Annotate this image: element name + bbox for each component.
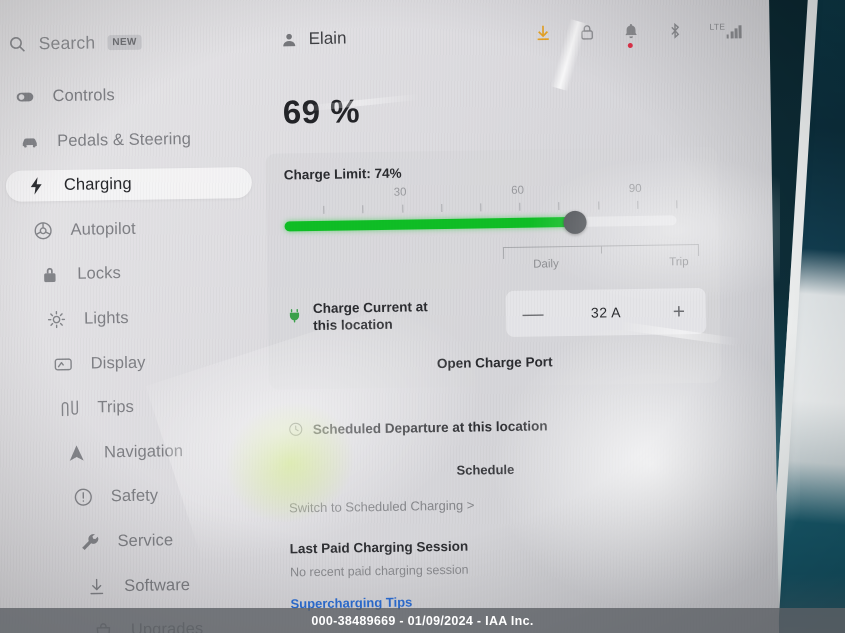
sidebar-item-label: Lights — [83, 308, 129, 328]
sidebar-item-autopilot[interactable]: Autopilot — [6, 212, 252, 247]
slider-tick — [401, 204, 403, 213]
sidebar-item-controls[interactable]: Controls — [4, 78, 250, 113]
display-icon — [53, 353, 74, 374]
profile-name: Elain — [308, 28, 347, 49]
slider-tick — [362, 205, 364, 214]
sidebar-item-label: Navigation — [103, 441, 184, 462]
alert-icon — [73, 487, 94, 508]
photo-stage: Search NEW Elain LTE Controls Pedals & S… — [0, 0, 845, 633]
profile-button[interactable]: Elain — [280, 28, 347, 49]
last-paid-session-title: Last Paid Charging Session — [289, 538, 469, 557]
increment-button[interactable]: + — [668, 300, 690, 323]
slider-tick — [480, 203, 482, 212]
sidebar-item-lights[interactable]: Lights — [8, 301, 254, 336]
download-icon[interactable] — [533, 23, 552, 42]
open-charge-port-button[interactable]: Open Charge Port — [287, 352, 703, 374]
road-icon — [59, 398, 80, 419]
charge-current-stepper: — 32 A + — [505, 287, 707, 338]
daily-label: Daily — [533, 258, 559, 271]
trip-label: Trip — [669, 256, 689, 269]
sidebar-item-trips[interactable]: Trips — [9, 390, 255, 425]
sidebar-item-label: Locks — [77, 264, 122, 284]
slider-knob[interactable] — [562, 210, 587, 234]
charging-panel: 69 % Charge Limit: 74% 30 60 90 Daily Tr… — [264, 70, 742, 611]
charge-current-value: 32 A — [590, 304, 622, 321]
slider-tick — [519, 202, 521, 211]
sidebar-item-label: Software — [124, 575, 191, 595]
slider-track[interactable] — [284, 210, 677, 234]
slider-tick — [676, 200, 678, 209]
sidebar-item-label: Controls — [52, 86, 115, 106]
slider-tick — [323, 205, 325, 214]
bell-notification-dot — [627, 42, 633, 49]
scheduled-departure-title: Scheduled Departure at this location — [312, 417, 548, 437]
signal-bars — [726, 23, 742, 39]
search-new-badge: NEW — [107, 34, 142, 51]
search-icon — [8, 35, 27, 54]
sidebar-item-charging[interactable]: Charging — [5, 167, 253, 203]
charge-current-label: Charge Current at this location — [313, 298, 464, 334]
slider-tick — [597, 201, 599, 210]
top-status-bar: Search NEW Elain LTE — [0, 16, 756, 74]
sidebar-item-label: Safety — [110, 486, 159, 506]
car-icon — [19, 131, 40, 152]
plug-icon — [286, 307, 303, 327]
watermark-text: 000-38489669 - 01/09/2024 - IAA Inc. — [311, 613, 534, 628]
cellular-signal-icon: LTE — [709, 21, 742, 39]
charge-limit-label: Charge Limit: 74% — [283, 165, 402, 183]
search-label: Search — [38, 32, 96, 54]
search-button[interactable]: Search NEW — [8, 32, 143, 55]
sidebar-item-label: Pedals & Steering — [57, 129, 192, 150]
sidebar-item-navigation[interactable]: Navigation — [10, 435, 256, 470]
lightbulb-icon — [46, 309, 67, 330]
bell-icon[interactable] — [621, 22, 640, 49]
decrement-button[interactable]: — — [522, 302, 544, 325]
sidebar-item-label: Autopilot — [70, 219, 136, 239]
bolt-icon — [26, 175, 47, 196]
status-icon-group: LTE — [533, 20, 742, 49]
lock-icon — [39, 264, 60, 285]
bluetooth-icon[interactable] — [665, 21, 684, 40]
settings-sidebar: Controls Pedals & Steering Charging Autopil… — [4, 78, 259, 633]
sidebar-item-label: Service — [117, 531, 174, 551]
slider-tick — [441, 203, 443, 213]
charge-limit-slider[interactable]: 30 60 90 Daily Trip — [284, 182, 701, 275]
sidebar-item-software[interactable]: Software — [12, 568, 258, 603]
vehicle-touchscreen: Search NEW Elain LTE Controls Pedals & S… — [0, 0, 780, 633]
scheduled-departure-header[interactable]: Scheduled Departure at this location — [288, 414, 740, 437]
navigation-icon — [66, 442, 87, 463]
range-midpoint-tick — [600, 246, 603, 254]
sidebar-item-locks[interactable]: Locks — [7, 256, 253, 291]
slider-tick — [558, 202, 560, 211]
download-icon — [86, 576, 107, 597]
switch-to-scheduled-charging-link[interactable]: Switch to Scheduled Charging > — [289, 493, 741, 516]
sidebar-item-label: Display — [90, 353, 146, 373]
sidebar-item-label: Charging — [63, 175, 132, 195]
charge-current-label-line2: this location — [313, 316, 393, 334]
battery-percentage: 69 % — [282, 92, 361, 131]
charge-current-row: Charge Current at this location — 32 A + — [286, 287, 707, 341]
last-paid-session-value: No recent paid charging session — [289, 562, 469, 580]
charge-limit-card: Charge Limit: 74% 30 60 90 Daily Trip Ch… — [265, 146, 722, 390]
slider-tick-label: 60 — [511, 184, 525, 197]
slider-tick-label: 30 — [393, 186, 407, 199]
lock-icon[interactable] — [577, 23, 596, 42]
connection-type-label: LTE — [709, 21, 726, 32]
schedule-button[interactable]: Schedule — [270, 458, 740, 480]
slider-fill — [284, 216, 575, 232]
sidebar-item-safety[interactable]: Safety — [11, 479, 257, 514]
watermark-bar: 000-38489669 - 01/09/2024 - IAA Inc. — [0, 608, 845, 633]
clock-icon — [288, 421, 304, 437]
sidebar-item-service[interactable]: Service — [11, 524, 257, 559]
sidebar-item-pedals-steering[interactable]: Pedals & Steering — [5, 123, 251, 158]
person-icon — [281, 31, 298, 48]
wrench-icon — [79, 531, 100, 552]
slider-tick — [637, 200, 639, 209]
toggle-icon — [14, 86, 35, 107]
steering-icon — [32, 220, 53, 241]
slider-tick-label: 90 — [628, 182, 642, 196]
sidebar-item-label: Trips — [97, 398, 135, 417]
sidebar-item-display[interactable]: Display — [8, 346, 254, 381]
